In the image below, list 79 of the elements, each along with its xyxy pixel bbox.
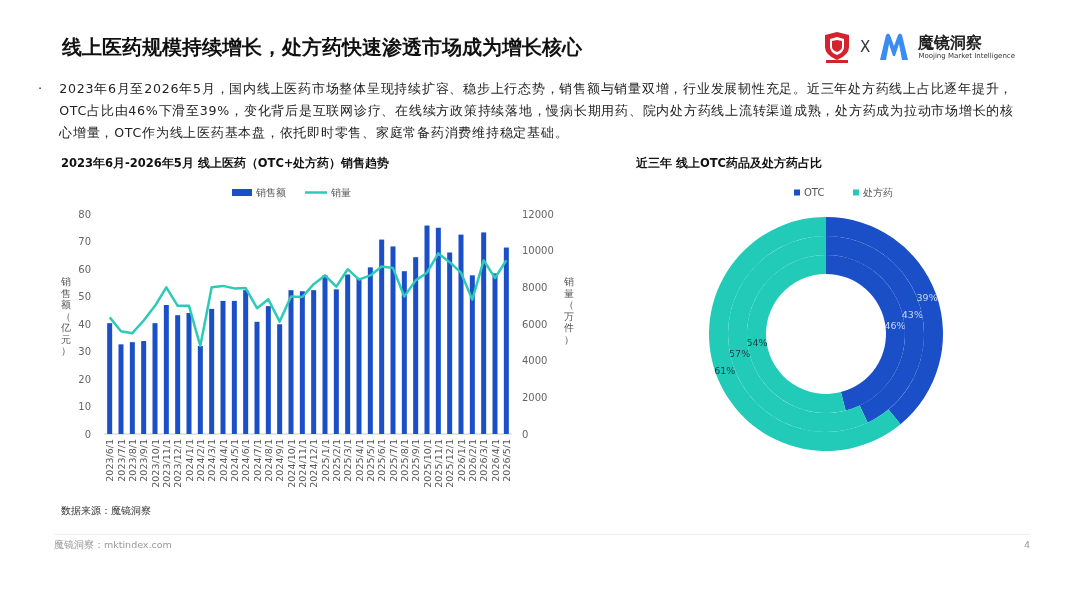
axis-tick-label: 2023/10/1 xyxy=(149,439,161,488)
legend-label: 销售额 xyxy=(256,187,286,198)
axis-tick-label: 30 xyxy=(78,346,91,357)
axis-tick-label: 2023/8/1 xyxy=(126,439,138,482)
axis-tick-label: 2023/6/1 xyxy=(104,439,116,482)
data-label: 46% xyxy=(884,319,906,331)
legend-label: 处方药 xyxy=(863,187,893,198)
axis-tick-label: 2024/5/1 xyxy=(228,439,240,482)
axis-tick-label: 2024/9/1 xyxy=(274,439,286,482)
axis-tick-label: 2025/5/1 xyxy=(364,439,376,482)
axis-tick-label: 2000 xyxy=(522,391,548,403)
source-note: 数据来源：魔镜洞察 xyxy=(60,504,152,518)
axis-tick-label: 2024/12/1 xyxy=(308,439,320,488)
legend-label: 销量 xyxy=(331,187,351,198)
brand-name: 魔镜洞察 xyxy=(918,34,984,52)
legend-swatch xyxy=(794,189,800,196)
axis-tick-label: 80 xyxy=(78,208,91,220)
y-axis-title: 销售额（亿元） xyxy=(61,276,72,357)
axis-tick-label: 2025/8/1 xyxy=(398,439,410,482)
axis-tick-label: 2025/10/1 xyxy=(421,439,433,488)
axis-tick-label: 40 xyxy=(78,318,91,330)
axis-tick-label: 0 xyxy=(84,428,91,440)
page-number: 4 xyxy=(1023,539,1030,552)
legend-swatch xyxy=(232,189,252,196)
axis-tick-label: 10000 xyxy=(522,245,554,257)
axis-tick-label: 2023/7/1 xyxy=(115,439,127,482)
axis-tick-label: 10 xyxy=(78,401,91,412)
axis-tick-label: 2025/9/1 xyxy=(410,439,422,482)
axis-tick-label: 2025/4/1 xyxy=(353,439,365,482)
m-logo-icon xyxy=(878,32,911,62)
axis-tick-label: 12000 xyxy=(522,208,554,220)
axis-tick-label: 60 xyxy=(78,263,91,275)
axis-tick-label: 20 xyxy=(78,373,91,385)
page-title: 线上医药规模持续增长，处方药快速渗透市场成为增长核心 xyxy=(62,33,582,61)
axis-tick-label: 2023/11/1 xyxy=(160,439,172,488)
axis-tick-label: 70 xyxy=(78,236,91,247)
axis-tick-label: 50 xyxy=(78,291,91,302)
legend-label: OTC xyxy=(804,187,825,198)
axis-tick-label: 2023/9/1 xyxy=(138,439,150,482)
legend-line xyxy=(305,191,327,194)
axis-tick-label: 2024/11/1 xyxy=(296,439,308,488)
axis-tick-label: 2026/4/1 xyxy=(489,439,501,482)
axis-tick-label: 2023/12/1 xyxy=(172,439,184,488)
axis-tick-label: 2024/2/1 xyxy=(194,439,206,482)
axis-tick-label: 2026/1/1 xyxy=(455,439,467,482)
axis-tick-label: 2025/12/1 xyxy=(444,439,456,488)
axis-tick-label: 2025/1/1 xyxy=(319,439,331,482)
axis-tick-label: 2024/6/1 xyxy=(240,439,252,482)
axis-tick-label: 2025/7/1 xyxy=(387,439,399,482)
data-label: 39% xyxy=(916,292,938,304)
axis-tick-label: 2026/3/1 xyxy=(478,439,490,482)
data-label: 57% xyxy=(729,347,751,359)
axis-tick-label: 2026/2/1 xyxy=(466,439,478,482)
data-label: 61% xyxy=(714,364,736,376)
axis-tick-label: 2024/1/1 xyxy=(183,439,195,482)
axis-tick-label: 0 xyxy=(522,428,529,440)
axis-tick-label: 2024/7/1 xyxy=(251,439,263,482)
axis-tick-label: 2024/10/1 xyxy=(285,439,297,488)
bullet-mark: · xyxy=(38,80,43,98)
summary-text: 2023年6月至2026年5月，国内线上医药市场整体呈现持续扩容、稳步上行态势，销售额与销量双增，行业发展韧性充足。近三年处方药线上占比逐年提升，OTC占比由46%下滑至39%，变化背后是互联网诊疗、在线续方政策持续落地，慢病长期用药、院内处方药线上流转渠道成熟，处方药成为拉动市场增长的核心增量，OTC作为线上医药基本盘，依托即时零售、家庭常备药消费维持稳定基础。 xyxy=(59,80,1015,142)
axis-tick-label: 6000 xyxy=(522,318,548,330)
axis-tick-label: 2025/3/1 xyxy=(342,439,354,482)
footer-site: 魔镜洞察：mktindex.com xyxy=(54,539,172,552)
axis-tick-label: 2025/6/1 xyxy=(376,439,388,482)
axis-tick-label: 2025/2/1 xyxy=(330,439,342,482)
legend-swatch xyxy=(853,189,859,196)
axis-tick-label: 2024/4/1 xyxy=(217,439,229,482)
separator-mark: X xyxy=(860,38,871,56)
axis-tick-label: 8000 xyxy=(522,281,548,293)
axis-tick-label: 2026/5/1 xyxy=(500,439,512,482)
axis-tick-label: 2024/8/1 xyxy=(262,439,274,482)
chart-title: 2023年6月-2026年5月 线上医药（OTC+处方药）销售趋势 xyxy=(61,156,391,171)
data-label: 54% xyxy=(746,337,768,349)
chart-title: 近三年 线上OTC药品及处方药占比 xyxy=(636,156,824,171)
axis-tick-label: 2024/3/1 xyxy=(206,439,218,482)
axis-tick-label: 4000 xyxy=(522,355,548,367)
y-axis-title: 销量（万件） xyxy=(564,276,575,345)
axis-tick-label: 2025/11/1 xyxy=(432,439,444,488)
data-label: 43% xyxy=(901,309,923,321)
